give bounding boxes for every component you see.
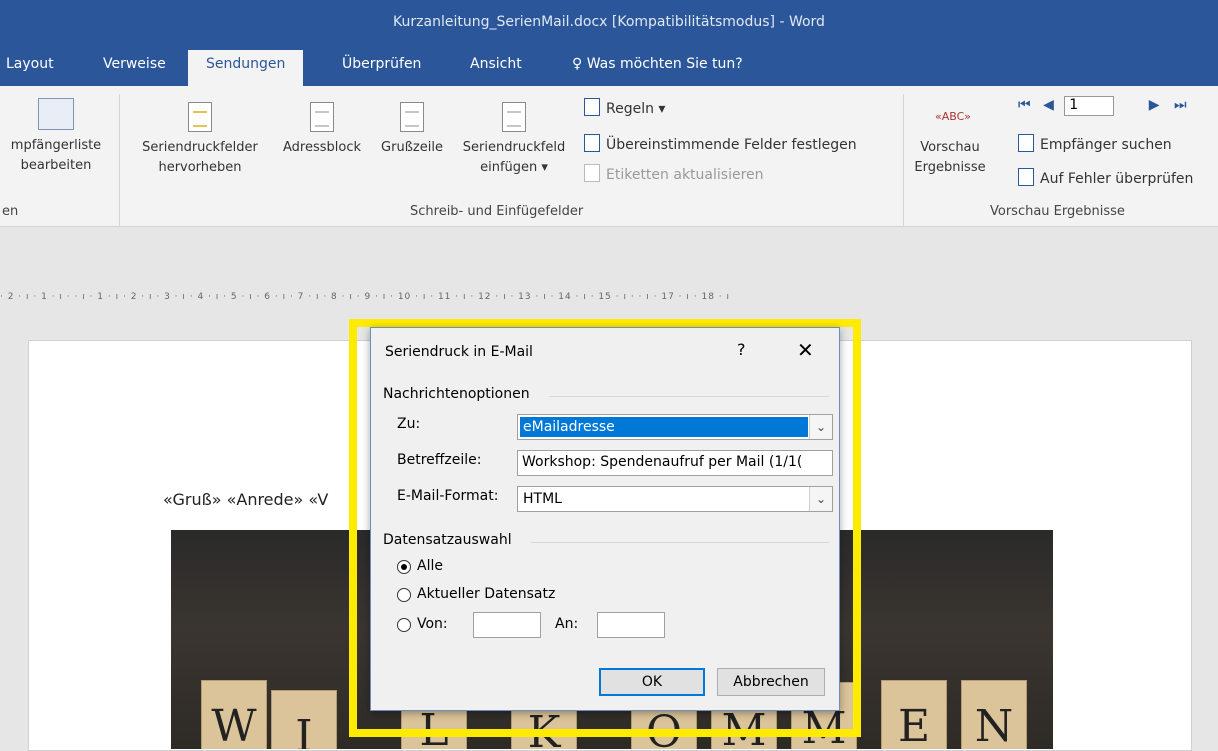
tab-layout[interactable]: Layout xyxy=(6,56,54,72)
lightbulb-icon: ♀ xyxy=(572,56,583,72)
radio-all[interactable] xyxy=(397,560,411,574)
subject-input[interactable]: Workshop: Spendenaufruf per Mail (1/1( xyxy=(517,450,833,476)
ribbon: mpfängerliste bearbeiten en Seriendruckf… xyxy=(0,86,1218,227)
format-dropdown-value: HTML xyxy=(523,491,562,507)
match-fields-icon xyxy=(584,134,600,152)
match-fields-label: Übereinstimmende Felder festlegen xyxy=(606,137,857,153)
highlight-fields-icon xyxy=(188,102,212,132)
help-button[interactable]: ? xyxy=(737,340,746,359)
address-block-icon xyxy=(310,102,334,132)
update-labels-label: Etiketten aktualisieren xyxy=(606,167,764,183)
find-recipient-label: Empfänger suchen xyxy=(1040,137,1172,153)
check-errors-icon xyxy=(1018,168,1034,186)
first-record-icon[interactable]: ⏮ xyxy=(1018,97,1031,113)
radio-from[interactable] xyxy=(397,618,411,632)
tell-me-label: Was möchten Sie tun? xyxy=(586,56,743,72)
to-label: Zu: xyxy=(397,416,421,432)
find-recipient-button[interactable]: Empfänger suchen xyxy=(1018,134,1172,153)
group-divider xyxy=(549,396,829,397)
format-label: E-Mail-Format: xyxy=(397,488,499,504)
tab-ansicht[interactable]: Ansicht xyxy=(470,56,522,72)
window-title: Kurzanleitung_SerienMail.docx [Kompatibi… xyxy=(393,14,825,30)
highlight-fields-label-2: hervorheben xyxy=(158,160,242,175)
to-range-label: An: xyxy=(555,616,579,632)
update-labels-icon xyxy=(584,164,600,182)
dialog-title: Seriendruck in E-Mail xyxy=(385,344,533,360)
record-navigation: ⏮ ◀ 1 ▶ ⏭ xyxy=(1018,96,1187,116)
merge-field-line[interactable]: «Gruß» «Anrede» «V xyxy=(163,490,328,509)
last-record-icon[interactable]: ⏭ xyxy=(1174,97,1187,113)
tab-ueberpruefen[interactable]: Überprüfen xyxy=(342,56,421,72)
highlight-fields-label-1: Seriendruckfelder xyxy=(142,140,258,155)
radio-from-label: Von: xyxy=(417,616,448,632)
photo-tile: E xyxy=(881,680,947,749)
radio-all-label: Alle xyxy=(417,558,443,574)
check-errors-label: Auf Fehler überprüfen xyxy=(1040,171,1194,187)
title-bar: Kurzanleitung_SerienMail.docx [Kompatibi… xyxy=(0,0,1218,44)
to-range-input[interactable] xyxy=(597,612,665,638)
to-dropdown[interactable]: eMailadresse ⌄ xyxy=(517,414,833,440)
record-selection-heading: Datensatzauswahl xyxy=(383,532,512,548)
greeting-line-icon xyxy=(400,102,424,132)
ribbon-separator xyxy=(903,94,904,226)
preview-abc-icon: «ABC» xyxy=(935,110,971,123)
photo-tile: N xyxy=(961,680,1027,749)
rules-icon xyxy=(584,98,600,116)
insert-field-label-2: einfügen ▾ xyxy=(480,160,548,175)
subject-label: Betreffzeile: xyxy=(397,452,482,468)
highlight-fields-button[interactable]: Seriendruckfelder hervorheben xyxy=(126,102,274,178)
preview-label-1: Vorschau xyxy=(920,140,980,155)
tab-verweise[interactable]: Verweise xyxy=(103,56,166,72)
preview-group-label: Vorschau Ergebnisse xyxy=(990,204,1125,219)
insert-merge-field-button[interactable]: Seriendruckfeld einfügen ▾ xyxy=(452,102,576,178)
write-insert-group-label: Schreib- und Einfügefelder xyxy=(410,204,584,219)
insert-field-icon xyxy=(502,102,526,132)
tell-me-box[interactable]: ♀ Was möchten Sie tun? xyxy=(572,56,743,72)
message-options-heading: Nachrichtenoptionen xyxy=(383,386,530,402)
ribbon-separator xyxy=(119,94,120,226)
address-block-button[interactable]: Adressblock xyxy=(272,102,372,158)
chevron-down-icon: ⌄ xyxy=(809,487,832,511)
radio-current-record[interactable] xyxy=(397,588,411,602)
rules-label: Regeln ▾ xyxy=(606,101,666,117)
radio-current-label: Aktueller Datensatz xyxy=(417,586,556,602)
from-input[interactable] xyxy=(473,612,541,638)
previous-record-icon[interactable]: ◀ xyxy=(1043,97,1054,113)
next-record-icon[interactable]: ▶ xyxy=(1149,97,1160,113)
group-label-start: en xyxy=(2,204,19,219)
match-fields-button[interactable]: Übereinstimmende Felder festlegen xyxy=(584,134,857,153)
edit-recipients-label-2: bearbeiten xyxy=(20,158,92,173)
ok-button[interactable]: OK xyxy=(599,668,705,696)
preview-results-button[interactable]: «ABC» Vorschau Ergebnisse xyxy=(908,106,992,178)
insert-field-label-1: Seriendruckfeld xyxy=(462,140,566,155)
photo-tile: I xyxy=(271,690,337,749)
preview-label-2: Ergebnisse xyxy=(914,160,986,175)
edit-recipients-label-1: mpfängerliste xyxy=(10,138,102,153)
cancel-button[interactable]: Abbrechen xyxy=(717,668,825,696)
greeting-line-label: Grußzeile xyxy=(381,140,443,155)
to-dropdown-value: eMailadresse xyxy=(520,417,808,437)
find-recipient-icon xyxy=(1018,134,1034,152)
edit-recipients-button[interactable]: mpfängerliste bearbeiten xyxy=(0,98,112,176)
close-icon[interactable]: ✕ xyxy=(797,338,814,362)
group-divider xyxy=(531,542,829,543)
address-block-label: Adressblock xyxy=(282,140,361,155)
recipient-list-icon xyxy=(38,98,74,130)
photo-tile: W xyxy=(201,680,267,749)
horizontal-ruler[interactable]: · 2 · ı · 1 · ı · · ı · 1 · ı · 2 · ı · … xyxy=(0,292,1218,308)
greeting-line-button[interactable]: Grußzeile xyxy=(372,102,452,158)
update-labels-button[interactable]: Etiketten aktualisieren xyxy=(584,164,764,183)
format-dropdown[interactable]: HTML ⌄ xyxy=(517,486,833,512)
rules-button[interactable]: Regeln ▾ xyxy=(584,98,665,117)
mail-merge-email-dialog: Seriendruck in E-Mail ? ✕ Nachrichtenopt… xyxy=(370,327,840,711)
record-number-field[interactable]: 1 xyxy=(1064,96,1115,116)
tab-sendungen[interactable]: Sendungen xyxy=(188,50,304,86)
check-errors-button[interactable]: Auf Fehler überprüfen xyxy=(1018,168,1193,187)
ribbon-tabs: Layout Verweise Sendungen Überprüfen Ans… xyxy=(0,44,1218,86)
chevron-down-icon: ⌄ xyxy=(809,415,832,439)
